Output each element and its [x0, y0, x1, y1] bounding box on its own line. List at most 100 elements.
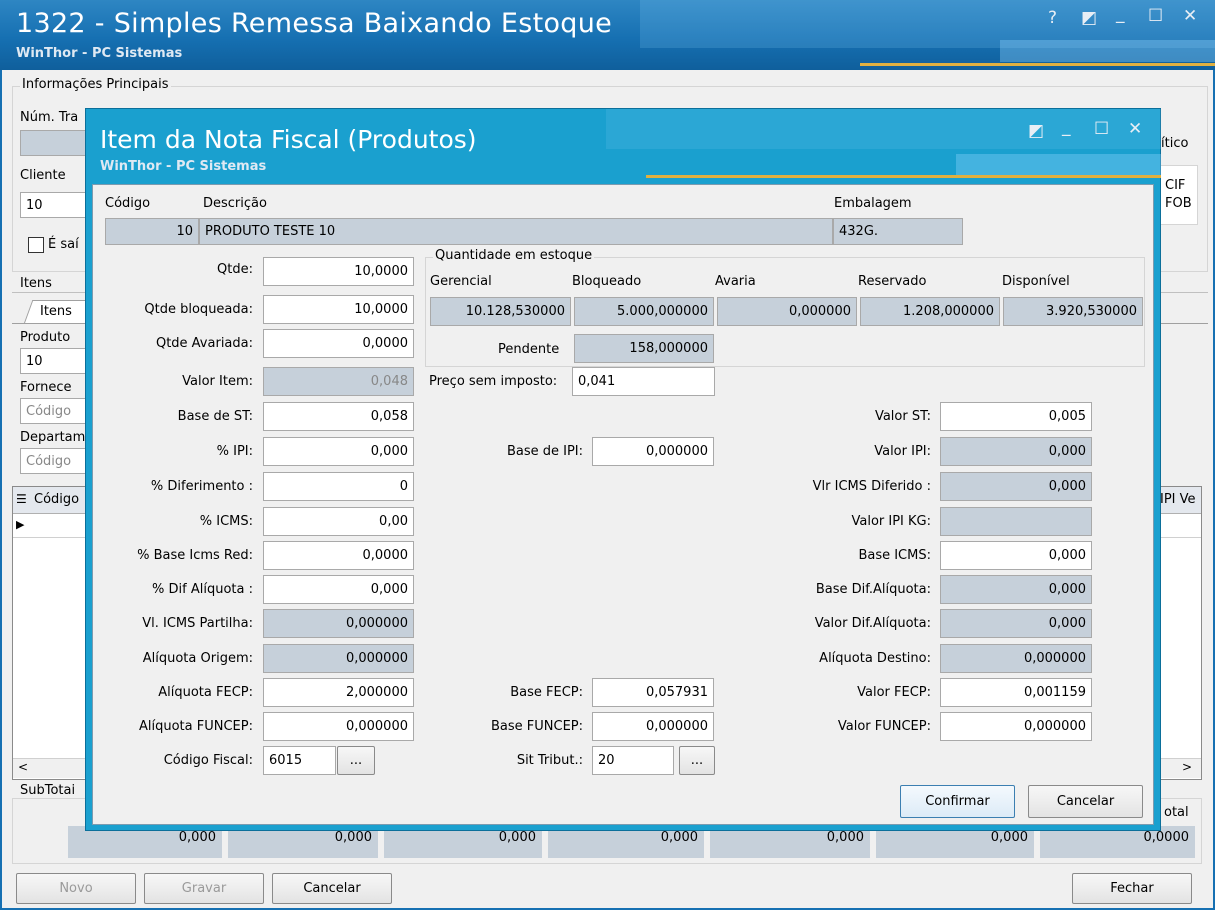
base-icms-field[interactable]: 0,000: [940, 541, 1092, 570]
base-dif-aliquota-field: 0,000: [940, 575, 1092, 604]
pct-diferimento-field[interactable]: 0: [263, 472, 414, 501]
qtde-label: Qtde:: [217, 262, 253, 277]
novo-button[interactable]: Novo: [16, 873, 136, 904]
main-titlebar[interactable]: 1322 - Simples Remessa Baixando Estoque …: [0, 0, 1215, 70]
valor-st-field[interactable]: 0,005: [940, 402, 1092, 431]
row-pointer-icon: ▶: [16, 518, 25, 531]
restore-icon[interactable]: ◩: [1081, 8, 1097, 28]
scroll-left-icon[interactable]: <: [18, 760, 28, 774]
aliquota-funcep-field[interactable]: 0,000000: [263, 712, 414, 741]
pct-dif-aliquota-label: % Dif Alíquota :: [152, 582, 253, 597]
vl-icms-partilha-label: Vl. ICMS Partilha:: [142, 616, 253, 631]
dialog-minimize-button[interactable]: _: [1062, 117, 1071, 137]
codigo-fiscal-label: Código Fiscal:: [163, 753, 253, 768]
tab-itens[interactable]: Itens: [40, 304, 72, 319]
itens-label: Itens: [20, 276, 52, 291]
valor-item-field: 0,048: [263, 367, 414, 396]
aliquota-destino-field: 0,000000: [940, 644, 1092, 673]
grid-menu-icon[interactable]: ☰: [16, 492, 27, 506]
codigo-fiscal-field[interactable]: 6015: [263, 746, 336, 775]
produto-field[interactable]: 10: [20, 348, 90, 374]
aliquota-fecp-label: Alíquota FECP:: [158, 685, 253, 700]
valor-fecp-field[interactable]: 0,001159: [940, 678, 1092, 707]
valor-dif-aliquota-field: 0,000: [940, 609, 1092, 638]
departamento-field[interactable]: Código: [20, 448, 90, 474]
pct-icms-field[interactable]: 0,00: [263, 507, 414, 536]
pct-diferimento-label: % Diferimento :: [150, 479, 253, 494]
fornecedor-field[interactable]: Código: [20, 398, 90, 424]
help-button[interactable]: ?: [1048, 8, 1057, 28]
gerencial-label: Gerencial: [430, 274, 492, 289]
aliquota-origem-field: 0,000000: [263, 644, 414, 673]
descricao-field: PRODUTO TESTE 10: [199, 218, 833, 245]
qtde-bloqueada-label: Qtde bloqueada:: [144, 302, 253, 317]
pendente-field: 158,000000: [574, 334, 714, 363]
avaria-label: Avaria: [715, 274, 756, 289]
fob-option[interactable]: FOB: [1165, 196, 1192, 211]
pct-base-icms-red-label: % Base Icms Red:: [137, 548, 253, 563]
cancelar-dialog-button[interactable]: Cancelar: [1028, 785, 1143, 818]
gravar-button[interactable]: Gravar: [144, 873, 264, 904]
valor-ipi-kg-label: Valor IPI KG:: [851, 514, 931, 529]
grid-col-codigo[interactable]: Código: [34, 492, 79, 507]
base-fecp-field[interactable]: 0,057931: [592, 678, 714, 707]
main-info-label: Informações Principais: [20, 77, 171, 92]
confirmar-button[interactable]: Confirmar: [900, 785, 1015, 818]
aliquota-fecp-field[interactable]: 2,000000: [263, 678, 414, 707]
produto-label: Produto: [20, 330, 71, 345]
right-partial-label: ítico: [1161, 136, 1189, 151]
pct-icms-label: % ICMS:: [199, 514, 253, 529]
close-button[interactable]: ✕: [1183, 6, 1197, 26]
qtde-avariada-field[interactable]: 0,0000: [263, 329, 414, 358]
sit-tribut-field[interactable]: 20: [592, 746, 674, 775]
total-label: otal: [1164, 805, 1189, 820]
vl-icms-partilha-field: 0,000000: [263, 609, 414, 638]
departamento-label: Departam: [20, 430, 86, 445]
gerencial-field: 10.128,530000: [430, 297, 571, 326]
dialog-title: Item da Nota Fiscal (Produtos): [100, 125, 477, 154]
pct-ipi-field[interactable]: 0,000: [263, 437, 414, 466]
preco-sem-imposto-field[interactable]: 0,041: [572, 367, 715, 396]
avaria-field: 0,000000: [717, 297, 857, 326]
qtde-bloqueada-field[interactable]: 10,0000: [263, 295, 414, 324]
codigo-fiscal-lookup-button[interactable]: ...: [337, 746, 375, 775]
valor-fecp-label: Valor FECP:: [857, 685, 931, 700]
e-saida-label: É saí: [48, 237, 79, 252]
cif-option[interactable]: CIF: [1165, 178, 1185, 193]
aliquota-origem-label: Alíquota Origem:: [142, 651, 253, 666]
e-saida-checkbox[interactable]: [28, 237, 44, 253]
valor-funcep-field[interactable]: 0,000000: [940, 712, 1092, 741]
dialog-restore-icon[interactable]: ◩: [1028, 121, 1044, 141]
window-title: 1322 - Simples Remessa Baixando Estoque: [16, 8, 613, 39]
base-ipi-field[interactable]: 0,000000: [592, 437, 714, 466]
valor-ipi-label: Valor IPI:: [874, 444, 931, 459]
descricao-label: Descrição: [203, 196, 267, 211]
pct-dif-aliquota-field[interactable]: 0,000: [263, 575, 414, 604]
valor-ipi-kg-field: [940, 507, 1092, 536]
num-tra-field[interactable]: [20, 130, 90, 156]
window-subtitle: WinThor - PC Sistemas: [16, 46, 183, 61]
dialog-maximize-button[interactable]: ☐: [1094, 119, 1109, 139]
qtde-field[interactable]: 10,0000: [263, 257, 414, 286]
grid-col-ipi[interactable]: IPI Ve: [1160, 492, 1196, 507]
vlr-icms-diferido-label: Vlr ICMS Diferido :: [812, 479, 931, 494]
fornecedor-label: Fornece: [20, 380, 72, 395]
dialog-close-button[interactable]: ✕: [1128, 119, 1142, 139]
pct-base-icms-red-field[interactable]: 0,0000: [263, 541, 414, 570]
scroll-right-icon[interactable]: >: [1182, 760, 1192, 774]
base-ipi-label: Base de IPI:: [506, 444, 583, 459]
base-funcep-field[interactable]: 0,000000: [592, 712, 714, 741]
item-dialog[interactable]: Item da Nota Fiscal (Produtos) WinThor -…: [85, 108, 1161, 831]
bloqueado-field: 5.000,000000: [574, 297, 714, 326]
minimize-button[interactable]: _: [1116, 4, 1125, 24]
fechar-button[interactable]: Fechar: [1072, 873, 1192, 904]
base-st-field[interactable]: 0,058: [263, 402, 414, 431]
sit-tribut-lookup-button[interactable]: ...: [679, 746, 715, 775]
cancelar-main-button[interactable]: Cancelar: [272, 873, 392, 904]
subtotais-label: SubTotai: [20, 783, 76, 798]
disponivel-field: 3.920,530000: [1003, 297, 1143, 326]
qtde-avariada-label: Qtde Avariada:: [155, 336, 253, 351]
sit-tribut-label: Sit Tribut.:: [516, 753, 583, 768]
cliente-field[interactable]: 10: [20, 192, 90, 218]
maximize-button[interactable]: ☐: [1148, 6, 1163, 26]
